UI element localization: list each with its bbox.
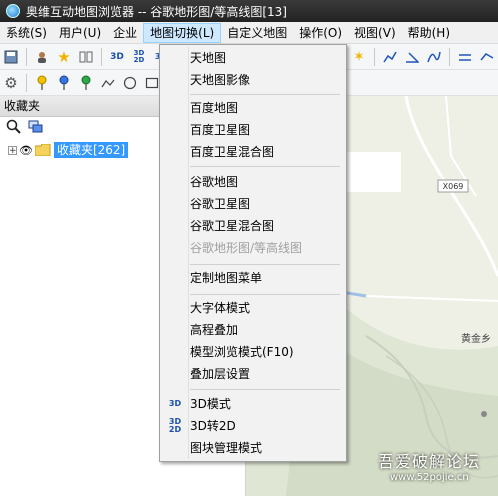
app-icon xyxy=(6,4,20,18)
menu-separator xyxy=(190,264,340,265)
toolbar-separator xyxy=(101,47,102,66)
menu-bar: 系统(S) 用户(U) 企业 地图切换(L) 自定义地图 操作(O) 视图(V)… xyxy=(0,22,498,44)
menu-item-3d-mode[interactable]: 3D 3D模式 xyxy=(160,393,346,415)
menu-item-overlay-settings[interactable]: 叠加层设置 xyxy=(160,363,346,385)
menu-enterprise[interactable]: 企业 xyxy=(107,23,143,43)
menu-custom-map[interactable]: 自定义地图 xyxy=(221,23,293,43)
window-title: 奥维互动地图浏览器 -- 谷歌地形图/等高线图[13] xyxy=(26,4,287,19)
menu-item-3d-to-2d[interactable]: 3D 2D 3D转2D xyxy=(160,415,346,437)
menu-separator xyxy=(190,94,340,95)
toolbar-separator xyxy=(374,47,375,66)
expand-icon[interactable]: + xyxy=(8,145,17,155)
menu-item-google-map[interactable]: 谷歌地图 xyxy=(160,171,346,193)
layers-icon[interactable] xyxy=(28,119,46,137)
menu-item-3d-to-2d-label: 3D转2D xyxy=(190,419,236,433)
settings-gear-icon[interactable]: ⚙ xyxy=(2,74,20,92)
overlay-blank-area xyxy=(347,152,401,192)
menu-item-model-browse[interactable]: 模型浏览模式(F10) xyxy=(160,341,346,363)
menu-item-baidu-hybrid[interactable]: 百度卫星混合图 xyxy=(160,141,346,163)
menu-item-baidu-satellite[interactable]: 百度卫星图 xyxy=(160,119,346,141)
polyline-icon[interactable] xyxy=(99,74,117,92)
menu-item-baidu-map[interactable]: 百度地图 xyxy=(160,97,346,119)
menu-item-tianditu-imagery[interactable]: 天地图影像 xyxy=(160,69,346,91)
menu-item-tile-management[interactable]: 图块管理模式 xyxy=(160,437,346,459)
favorites-root-label[interactable]: 收藏夹[262] xyxy=(53,142,129,158)
menu-item-3d-mode-label: 3D模式 xyxy=(190,397,231,411)
menu-item-custom-map-menu[interactable]: 定制地图菜单 xyxy=(160,267,346,289)
menu-separator xyxy=(190,166,340,167)
curve-icon[interactable] xyxy=(425,48,443,66)
parallel-icon[interactable] xyxy=(456,48,474,66)
group-icon[interactable] xyxy=(77,48,95,66)
angle-icon[interactable] xyxy=(403,48,421,66)
eye-icon[interactable]: 👁 xyxy=(19,144,33,157)
menu-item-google-terrain: 谷歌地形图/等高线图 xyxy=(190,241,303,255)
toolbar-separator xyxy=(26,73,27,92)
blue-pin-icon[interactable] xyxy=(55,74,73,92)
watermark-title: 吾爱破解论坛 xyxy=(378,452,481,471)
watermark-url: www.52pojie.cn xyxy=(390,472,469,483)
menu-operation[interactable]: 操作(O) xyxy=(293,23,348,43)
add-star-icon[interactable]: ✶ xyxy=(350,48,368,66)
watermark: 吾爱破解论坛 www.52pojie.cn xyxy=(378,448,480,483)
3d-mode-icon: 3D xyxy=(168,399,182,408)
menu-help[interactable]: 帮助(H) xyxy=(402,23,456,43)
menu-system[interactable]: 系统(S) xyxy=(0,23,53,43)
place-label: 黄金乡 xyxy=(461,332,491,345)
menu-user[interactable]: 用户(U) xyxy=(53,23,107,43)
circle-icon[interactable] xyxy=(121,74,139,92)
yellow-pin-icon[interactable] xyxy=(33,74,51,92)
star-icon[interactable]: ★ xyxy=(55,48,73,66)
road-label: X069 xyxy=(443,182,464,191)
search-icon[interactable] xyxy=(6,119,24,137)
folder-icon xyxy=(34,143,51,157)
menu-item-tianditu[interactable]: 天地图 xyxy=(160,47,346,69)
3d-icon[interactable]: 3D xyxy=(108,48,126,66)
menu-separator xyxy=(190,294,340,295)
menu-item-large-font[interactable]: 大字体模式 xyxy=(160,297,346,319)
toolbar-separator xyxy=(26,47,27,66)
line-draw-icon[interactable] xyxy=(381,48,399,66)
3d-to-2d-icon: 3D 2D xyxy=(168,417,182,434)
title-bar: 奥维互动地图浏览器 -- 谷歌地形图/等高线图[13] xyxy=(0,0,498,22)
map-switch-dropdown: 天地图 天地图影像 百度地图 百度卫星图 百度卫星混合图 谷歌地图 谷歌卫星图 … xyxy=(159,44,347,462)
menu-item-google-satellite[interactable]: 谷歌卫星图 xyxy=(160,193,346,215)
3d-to-2d-icon[interactable]: 3D 2D xyxy=(130,48,148,66)
user-icon[interactable] xyxy=(33,48,51,66)
menu-map-switch[interactable]: 地图切换(L) xyxy=(143,22,222,43)
menu-separator xyxy=(190,389,340,390)
route-icon[interactable] xyxy=(478,48,496,66)
green-pin-icon[interactable] xyxy=(77,74,95,92)
toolbar-separator xyxy=(449,47,450,66)
menu-item-elevation-overlay[interactable]: 高程叠加 xyxy=(160,319,346,341)
save-icon[interactable] xyxy=(2,48,20,66)
menu-view[interactable]: 视图(V) xyxy=(348,23,402,43)
menu-item-google-hybrid[interactable]: 谷歌卫星混合图 xyxy=(160,215,346,237)
